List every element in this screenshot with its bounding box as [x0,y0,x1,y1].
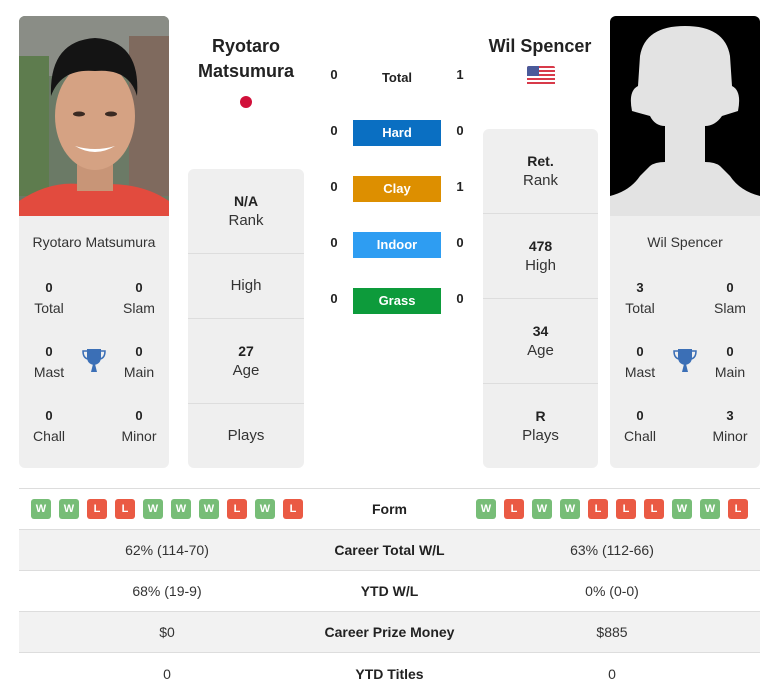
player2-rank: Ret. Rank [483,129,598,214]
player1-card: Ryotaro Matsumura 0 Total 0 Slam 0 Mast 0 Ma… [19,16,169,468]
table-row: 68% (19-9) YTD W/L 0% (0-0) [19,571,760,612]
form-label: Form [372,501,407,517]
table-row: 62% (114-70) Career Total W/L 63% (112-6… [19,530,760,571]
h2h-clay-p2: 1 [456,179,464,194]
player2-name[interactable]: Wil Spencer [480,34,600,59]
h2h-clay-p1: 0 [330,179,338,194]
player1-form: WWLLWWWLWL [19,499,315,519]
player1-age: 27 Age [188,319,304,404]
japan-flag-icon [240,96,252,108]
player2-photo-placeholder [610,16,760,216]
form-badge-win[interactable]: W [59,499,79,519]
player2-card: Wil Spencer 3 Total 0 Slam 0 Mast 0 Main 0 Ch… [610,16,760,468]
h2h-hard-p2: 0 [456,123,464,138]
player1-value: 62% (114-70) [125,542,209,558]
row-label: Career Total W/L [334,542,445,558]
player2-age: 34 Age [483,299,598,384]
player1-titles-chall: 0 Chall [33,408,65,444]
stats-table: WWLLWWWLWL Form WLWWLLLWWL 62% (114-70) … [19,488,760,694]
player2-value: 63% (112-66) [570,542,654,558]
player1-titles-mast: 0 Mast [33,344,65,380]
form-badge-win[interactable]: W [143,499,163,519]
player2-titles-total: 3 Total [625,280,655,316]
surface-indoor[interactable]: Indoor [353,232,441,258]
form-badge-win[interactable]: W [171,499,191,519]
player2-titles-main: 0 Main [714,344,746,380]
form-badge-loss[interactable]: L [504,499,524,519]
player1-photo [19,16,169,216]
player2-value: 0% (0-0) [585,583,639,599]
player2-value: $885 [596,624,628,640]
player2-titles-chall: 0 Chall [624,408,656,444]
form-badge-win[interactable]: W [31,499,51,519]
row-label: YTD Titles [355,665,424,682]
form-badge-win[interactable]: W [476,499,496,519]
player1-value: 68% (19-9) [132,583,202,599]
player1-name[interactable]: Ryotaro Matsumura [188,34,304,84]
table-row: 0 YTD Titles 0 [19,653,760,694]
form-badge-loss[interactable]: L [87,499,107,519]
form-badge-loss[interactable]: L [115,499,135,519]
form-badge-win[interactable]: W [700,499,720,519]
h2h-hard-p1: 0 [330,123,338,138]
usa-flag-icon [527,66,555,86]
player2-plays: R Plays [522,408,559,444]
form-badge-win[interactable]: W [532,499,552,519]
form-badge-win[interactable]: W [199,499,219,519]
row-label: YTD W/L [360,583,419,599]
player1-titles-slam: 0 Slam [123,280,155,316]
player2-info: Ret. Rank 478 High 34 Age R Plays [483,129,598,468]
player2-value: 0 [608,665,616,682]
row-label: Career Prize Money [324,624,455,640]
player1-rank: N/A Rank [188,169,304,254]
h2h-grass-p1: 0 [330,291,338,306]
player2-card-name[interactable]: Wil Spencer [610,234,760,250]
player2-titles-mast: 0 Mast [624,344,656,380]
player2-titles-minor: 3 Minor [712,408,748,444]
player1-info: N/A Rank High 27 Age Plays [188,169,304,468]
form-badge-win[interactable]: W [672,499,692,519]
form-badge-loss[interactable]: L [644,499,664,519]
player1-card-name[interactable]: Ryotaro Matsumura [19,234,169,250]
player2-titles-slam: 0 Slam [714,280,746,316]
form-badge-loss[interactable]: L [283,499,303,519]
form-row: WWLLWWWLWL Form WLWWLLLWWL [19,489,760,530]
h2h-total-label: Total [381,70,413,85]
form-badge-loss[interactable]: L [588,499,608,519]
trophy-icon [82,348,106,374]
h2h-grass-p2: 0 [456,291,464,306]
form-badge-loss[interactable]: L [728,499,748,519]
h2h-total-p1: 0 [330,67,338,82]
player2-high: 478 High [483,214,598,299]
surface-grass[interactable]: Grass [353,288,441,314]
h2h-indoor-p2: 0 [456,235,464,250]
h2h-indoor-p1: 0 [330,235,338,250]
player1-titles-total: 0 Total [34,280,64,316]
form-badge-win[interactable]: W [560,499,580,519]
player2-form: WLWWLLLWWL [464,499,760,519]
trophy-icon [673,348,697,374]
surface-hard[interactable]: Hard [353,120,441,146]
surface-clay[interactable]: Clay [353,176,441,202]
table-row: $0 Career Prize Money $885 [19,612,760,653]
player1-titles-main: 0 Main [123,344,155,380]
form-badge-win[interactable]: W [255,499,275,519]
player1-value: 0 [163,665,171,682]
player1-high: High [188,254,304,319]
player1-value: $0 [159,624,175,640]
form-badge-loss[interactable]: L [616,499,636,519]
player1-plays: Plays [227,427,265,444]
h2h-total-p2: 1 [456,67,464,82]
form-badge-loss[interactable]: L [227,499,247,519]
player1-titles-minor: 0 Minor [121,408,157,444]
